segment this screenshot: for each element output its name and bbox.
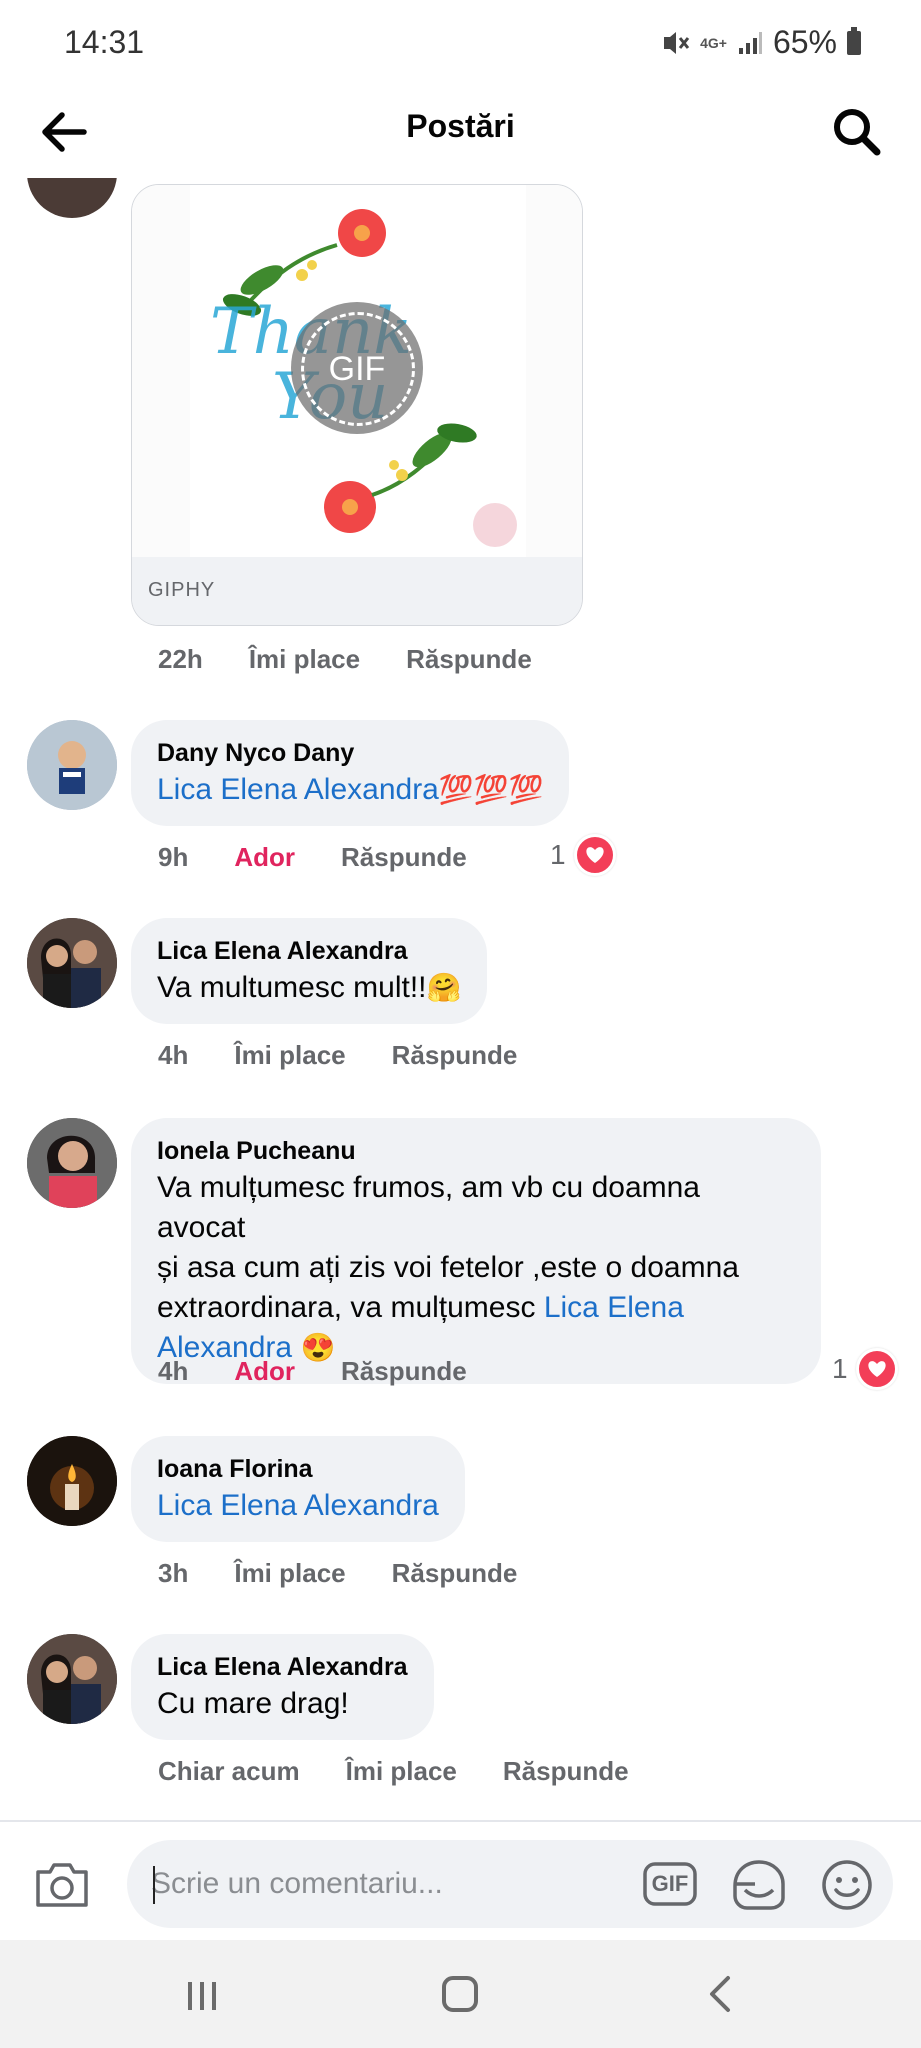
comment-text: Va multumesc mult!!🤗 bbox=[157, 968, 461, 1008]
sticker-icon[interactable] bbox=[731, 1858, 787, 1912]
mention-link[interactable]: Lica Elena Alexandra bbox=[157, 1489, 439, 1522]
comment-bubble[interactable]: Ionela Pucheanu Va mulțumesc frumos, am … bbox=[131, 1118, 821, 1384]
comment-time: 22h bbox=[158, 644, 203, 674]
heart-icon bbox=[855, 1348, 898, 1390]
gif-attachment[interactable]: Thank You GIF GIPHY bbox=[131, 184, 583, 626]
network-label: 4G+ bbox=[700, 34, 727, 51]
back-nav-icon[interactable] bbox=[700, 1974, 740, 2014]
comment-author[interactable]: Ionela Pucheanu bbox=[157, 1134, 795, 1168]
gif-button[interactable]: GIF bbox=[643, 1860, 697, 1908]
like-button[interactable]: Îmi place bbox=[234, 1040, 345, 1071]
gif-footer: GIPHY bbox=[132, 557, 582, 625]
comment-author[interactable]: Ioana Florina bbox=[157, 1452, 439, 1486]
comment-bubble[interactable]: Lica Elena Alexandra Va multumesc mult!!… bbox=[131, 918, 488, 1024]
gif-button-label: GIF bbox=[651, 1871, 689, 1896]
reaction-count: 1 bbox=[832, 1353, 848, 1384]
heart-icon bbox=[573, 834, 616, 876]
comment-text: Lica Elena Alexandra bbox=[157, 1486, 439, 1526]
comment-line-text: extraordinara, va mulțumesc bbox=[157, 1291, 544, 1324]
mention-link[interactable]: Lica Elena Alexandra bbox=[157, 773, 439, 806]
like-button[interactable]: Îmi place bbox=[234, 1558, 345, 1589]
mention-link[interactable]: Lica Elena bbox=[544, 1291, 684, 1324]
avatar[interactable] bbox=[27, 1118, 117, 1208]
gif-source: GIPHY bbox=[148, 579, 216, 601]
reply-button[interactable]: Răspunde bbox=[392, 1040, 518, 1071]
mute-vibrate-icon bbox=[664, 31, 690, 54]
recent-apps-icon[interactable] bbox=[182, 1976, 222, 2016]
comment-actions: 4h Ador Răspunde bbox=[158, 1356, 467, 1387]
status-icons: 4G+ 65% bbox=[660, 24, 861, 61]
like-button[interactable]: Îmi place bbox=[249, 644, 360, 675]
comment-actions: 9h Ador Răspunde bbox=[158, 842, 467, 873]
reply-button[interactable]: Răspunde bbox=[341, 842, 467, 873]
comment-bubble[interactable]: Dany Nyco Dany Lica Elena Alexandra💯💯💯 bbox=[131, 720, 570, 826]
comment-actions: 4h Îmi place Răspunde bbox=[158, 1040, 517, 1071]
avatar-photo bbox=[27, 1634, 117, 1724]
comment-line: Va mulțumesc frumos, am vb cu doamna avo… bbox=[157, 1171, 700, 1244]
comments-feed[interactable]: Thank You GIF GIPHY 22h Îmi place Răspun… bbox=[0, 178, 921, 1820]
comment-time: 4h bbox=[158, 1356, 189, 1386]
home-icon[interactable] bbox=[440, 1974, 480, 2014]
camera-icon[interactable] bbox=[32, 1860, 92, 1910]
comment-text-content: Va multumesc mult!! bbox=[157, 971, 427, 1004]
comment-actions: Chiar acum Îmi place Răspunde bbox=[158, 1756, 629, 1787]
avatar[interactable] bbox=[27, 178, 117, 218]
reply-button[interactable]: Răspunde bbox=[392, 1558, 518, 1589]
comment-line: extraordinara, va mulțumesc Lica Elena bbox=[157, 1288, 795, 1328]
comment-actions: 22h Îmi place Răspunde bbox=[158, 644, 532, 675]
gif-play-badge[interactable]: GIF bbox=[291, 302, 423, 434]
app-header: Postări bbox=[0, 88, 921, 178]
search-icon[interactable] bbox=[827, 102, 887, 162]
signal-icon bbox=[738, 31, 762, 54]
reaction-summary[interactable]: 1 bbox=[832, 1348, 898, 1390]
love-reaction-button[interactable]: Ador bbox=[234, 1356, 295, 1387]
status-bar: 14:31 4G+ 65% bbox=[0, 0, 921, 88]
text-caret bbox=[153, 1866, 155, 1904]
reply-button[interactable]: Răspunde bbox=[341, 1356, 467, 1387]
avatar[interactable] bbox=[27, 1634, 117, 1724]
comment-time: 3h bbox=[158, 1558, 189, 1588]
comment-emoji: 💯💯💯 bbox=[438, 774, 544, 805]
comment-emoji: 🤗 bbox=[426, 972, 462, 1003]
avatar-photo bbox=[27, 1118, 117, 1208]
system-nav-bar bbox=[0, 1940, 921, 2048]
comment-text: Lica Elena Alexandra💯💯💯 bbox=[157, 770, 543, 810]
gif-badge-label: GIF bbox=[328, 350, 386, 388]
avatar[interactable] bbox=[27, 1436, 117, 1526]
avatar-photo bbox=[27, 918, 117, 1008]
love-reaction-button[interactable]: Ador bbox=[234, 842, 295, 873]
like-button[interactable]: Îmi place bbox=[346, 1756, 457, 1787]
battery-icon bbox=[847, 26, 861, 55]
comment-bubble[interactable]: Ioana Florina Lica Elena Alexandra bbox=[131, 1436, 465, 1542]
comment-time: Chiar acum bbox=[158, 1756, 300, 1786]
reaction-summary[interactable]: 1 bbox=[550, 834, 616, 876]
page-title: Postări bbox=[406, 108, 515, 144]
comment-text: Cu mare drag! bbox=[157, 1687, 349, 1720]
reply-button[interactable]: Răspunde bbox=[406, 644, 532, 675]
avatar[interactable] bbox=[27, 720, 117, 810]
comment-time: 9h bbox=[158, 842, 189, 872]
avatar[interactable] bbox=[27, 918, 117, 1008]
comment-actions: 3h Îmi place Răspunde bbox=[158, 1558, 517, 1589]
comment-line: și asa cum ați zis voi fetelor ,este o d… bbox=[157, 1251, 739, 1284]
reaction-count: 1 bbox=[550, 839, 566, 870]
comment-author[interactable]: Lica Elena Alexandra bbox=[157, 934, 461, 968]
comment-composer: GIF bbox=[0, 1820, 921, 1942]
comment-bubble[interactable]: Lica Elena Alexandra Cu mare drag! bbox=[131, 1634, 434, 1740]
smiley-icon[interactable] bbox=[820, 1858, 874, 1912]
comment-time: 4h bbox=[158, 1040, 189, 1070]
comment-author[interactable]: Lica Elena Alexandra bbox=[157, 1650, 408, 1684]
comment-text: Va mulțumesc frumos, am vb cu doamna avo… bbox=[157, 1168, 795, 1368]
status-time: 14:31 bbox=[64, 24, 145, 60]
reply-button[interactable]: Răspunde bbox=[503, 1756, 629, 1787]
battery-percent: 65% bbox=[772, 24, 837, 60]
comment-author[interactable]: Dany Nyco Dany bbox=[157, 736, 543, 770]
avatar-photo bbox=[27, 1436, 117, 1526]
avatar-photo bbox=[27, 720, 117, 810]
